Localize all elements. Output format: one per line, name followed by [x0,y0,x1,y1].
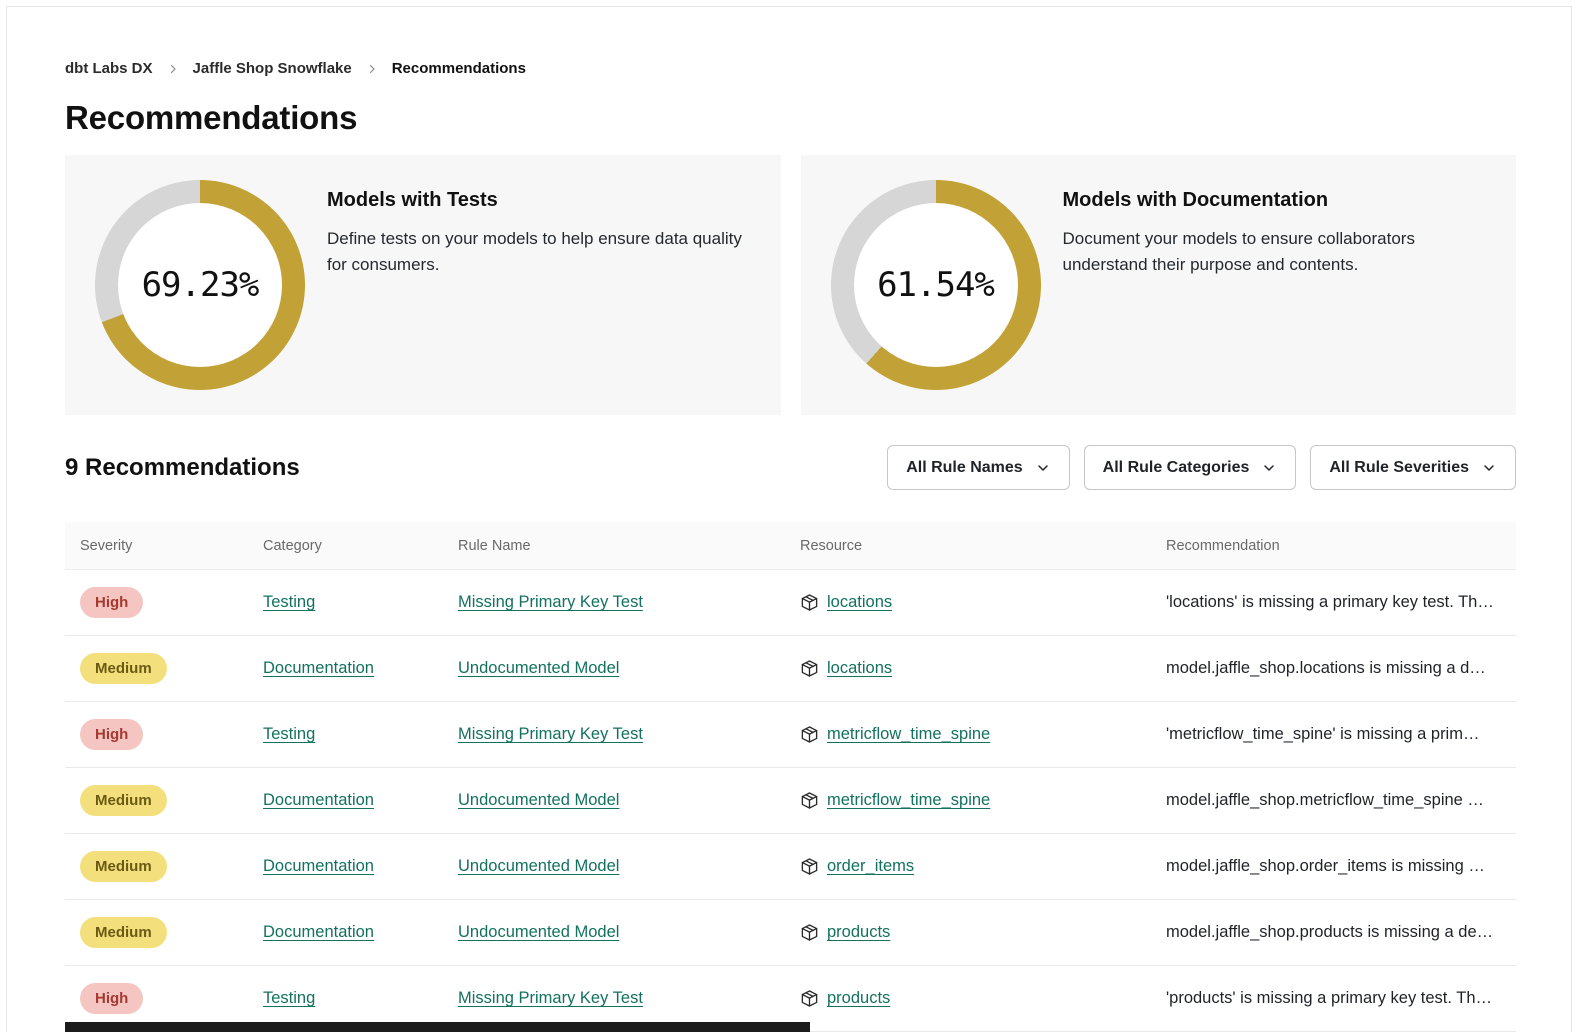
documentation-donut-chart: 61.54% [831,180,1041,390]
rule-name-link[interactable]: Undocumented Model [458,791,619,809]
filter-label: All Rule Severities [1329,459,1469,477]
category-link[interactable]: Documentation [263,923,374,941]
models-with-documentation-card: 61.54% Models with Documentation Documen… [801,155,1517,415]
recommendation-text: model.jaffle_shop.locations is missing a… [1151,659,1516,678]
rule-categories-filter-dropdown[interactable]: All Rule Categories [1084,445,1297,490]
model-cube-icon [800,593,819,612]
category-link[interactable]: Testing [263,593,315,611]
rule-name-link[interactable]: Undocumented Model [458,857,619,875]
rule-name-link[interactable]: Undocumented Model [458,923,619,941]
resource-link[interactable]: locations [827,659,892,678]
model-cube-icon [800,989,819,1008]
severity-badge: Medium [80,653,167,684]
recommendation-text: model.jaffle_shop.products is missing a … [1151,923,1516,942]
table-row: High Testing Missing Primary Key Test me… [65,702,1516,768]
model-cube-icon [800,725,819,744]
table-row: Medium Documentation Undocumented Model … [65,834,1516,900]
column-header-rule-name: Rule Name [443,538,785,554]
resource-link[interactable]: products [827,989,890,1008]
metric-cards: 69.23% Models with Tests Define tests on… [65,155,1516,415]
card-description: Define tests on your models to help ensu… [327,226,751,277]
table-row: Medium Documentation Undocumented Model … [65,636,1516,702]
resource-link[interactable]: order_items [827,857,914,876]
recommendation-text: 'locations' is missing a primary key tes… [1151,593,1516,612]
rule-name-link[interactable]: Undocumented Model [458,659,619,677]
recommendation-text: 'metricflow_time_spine' is missing a pri… [1151,725,1516,744]
severity-badge: Medium [80,785,167,816]
category-link[interactable]: Testing [263,725,315,743]
filter-label: All Rule Categories [1103,459,1250,477]
card-title: Models with Tests [327,189,751,212]
model-cube-icon [800,923,819,942]
filter-label: All Rule Names [906,459,1022,477]
models-with-tests-card: 69.23% Models with Tests Define tests on… [65,155,781,415]
rule-names-filter-dropdown[interactable]: All Rule Names [887,445,1069,490]
column-header-resource: Resource [785,538,1151,554]
category-link[interactable]: Documentation [263,659,374,677]
severity-badge: Medium [80,851,167,882]
tests-percentage-label: 69.23% [95,180,305,390]
rule-severities-filter-dropdown[interactable]: All Rule Severities [1310,445,1516,490]
recommendation-text: model.jaffle_shop.order_items is missing… [1151,857,1516,876]
recommendation-text: 'products' is missing a primary key test… [1151,989,1516,1008]
model-cube-icon [800,659,819,678]
card-description: Document your models to ensure collabora… [1063,226,1487,277]
chevron-right-icon [167,63,179,75]
rule-name-link[interactable]: Missing Primary Key Test [458,725,643,743]
breadcrumb-item-jaffle-shop-snowflake[interactable]: Jaffle Shop Snowflake [193,60,352,77]
resource-link[interactable]: metricflow_time_spine [827,725,990,744]
model-cube-icon [800,857,819,876]
documentation-percentage-label: 61.54% [831,180,1041,390]
severity-badge: High [80,587,143,618]
category-link[interactable]: Documentation [263,791,374,809]
column-header-recommendation: Recommendation [1151,538,1516,554]
severity-badge: High [80,719,143,750]
chevron-down-icon [1035,460,1051,476]
partially-visible-bottom-element [65,1022,810,1032]
column-header-category: Category [248,538,443,554]
card-title: Models with Documentation [1063,189,1487,212]
category-link[interactable]: Testing [263,989,315,1007]
table-row: High Testing Missing Primary Key Test lo… [65,570,1516,636]
recommendations-table: Severity Category Rule Name Resource Rec… [65,522,1516,1032]
severity-badge: High [80,983,143,1014]
tests-donut-chart: 69.23% [95,180,305,390]
page-title: Recommendations [65,99,1516,137]
resource-link[interactable]: metricflow_time_spine [827,791,990,810]
breadcrumb-item-dbt-labs-dx[interactable]: dbt Labs DX [65,60,153,77]
chevron-down-icon [1481,460,1497,476]
recommendations-count: 9 Recommendations [65,454,300,482]
table-row: Medium Documentation Undocumented Model … [65,768,1516,834]
table-row: Medium Documentation Undocumented Model … [65,900,1516,966]
recommendation-text: model.jaffle_shop.metricflow_time_spine … [1151,791,1516,810]
list-header: 9 Recommendations All Rule Names All Rul… [65,445,1516,490]
resource-link[interactable]: products [827,923,890,942]
breadcrumb: dbt Labs DX Jaffle Shop Snowflake Recomm… [65,0,1516,77]
rule-name-link[interactable]: Missing Primary Key Test [458,593,643,611]
severity-badge: Medium [80,917,167,948]
rule-name-link[interactable]: Missing Primary Key Test [458,989,643,1007]
table-header-row: Severity Category Rule Name Resource Rec… [65,522,1516,570]
column-header-severity: Severity [65,538,248,554]
chevron-down-icon [1261,460,1277,476]
chevron-right-icon [366,63,378,75]
breadcrumb-item-recommendations: Recommendations [392,60,526,77]
category-link[interactable]: Documentation [263,857,374,875]
resource-link[interactable]: locations [827,593,892,612]
model-cube-icon [800,791,819,810]
filter-bar: All Rule Names All Rule Categories All R… [887,445,1516,490]
